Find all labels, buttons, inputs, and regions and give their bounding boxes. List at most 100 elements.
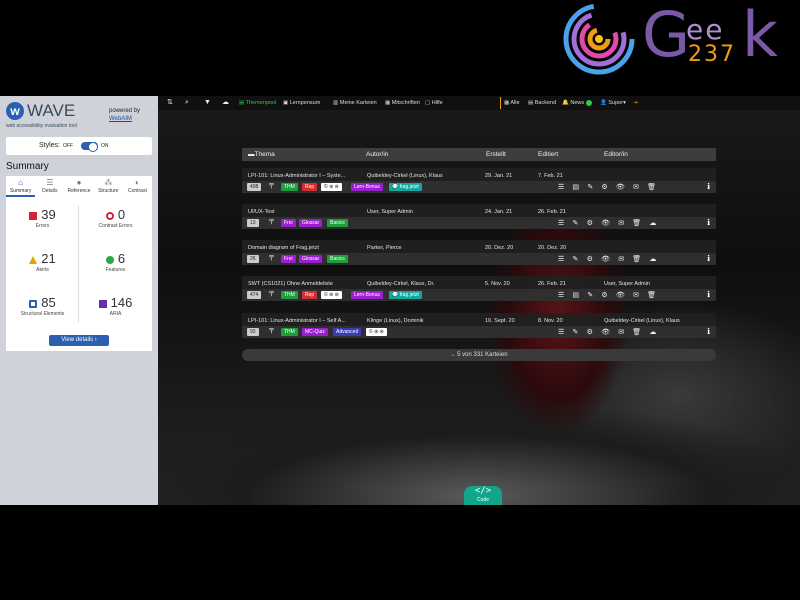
code-label: Code xyxy=(477,497,489,503)
contrast-icon: ◐ xyxy=(134,178,140,187)
nav-user-menu[interactable]: 👤 Super▾ xyxy=(600,96,626,110)
hierarchy-icon[interactable]: 〒 xyxy=(268,255,275,263)
row-toolbar: 93 〒 THM MC-Quiz Advanced © ⊛ ⊜ ☰ ✎ ⚙ 👁 ✉ 🗑 ☁ ℹ xyxy=(242,326,716,338)
tab-contrast[interactable]: ◐ Contrast xyxy=(123,176,152,197)
feature-icon xyxy=(105,255,114,264)
col-autor[interactable]: Autor/in xyxy=(366,148,388,161)
tab-structure[interactable]: ⁂ Structure xyxy=(94,176,123,197)
tag-badge[interactable]: Frei xyxy=(281,255,296,263)
nav-meine-karteien[interactable]: ▥ Meine Karteien xyxy=(333,96,377,110)
nav-backend[interactable]: ▤ Backend xyxy=(528,96,556,110)
tag-badge[interactable]: Advanced xyxy=(333,328,362,336)
styles-off-label: OFF xyxy=(63,143,73,149)
card-count-badge: 13 xyxy=(247,219,259,227)
tab-details[interactable]: ☰ Details xyxy=(35,176,64,197)
row-title: UI/UX-Test xyxy=(248,209,275,215)
nav-lernpensum[interactable]: ▣ Lernpensum xyxy=(283,96,320,110)
tag-badge[interactable]: THM xyxy=(281,183,298,191)
filter-icon[interactable]: ▼ xyxy=(204,96,211,110)
nav-label: News xyxy=(570,100,585,106)
tag-badge[interactable]: © ⊛ ⊜ xyxy=(321,183,342,191)
tab-label: Structure xyxy=(98,188,119,194)
cloud-icon[interactable]: ☁ xyxy=(222,96,229,110)
info-icon[interactable]: ℹ xyxy=(707,218,710,228)
nav-hilfe[interactable]: ▢ Hilfe xyxy=(425,96,443,110)
stat-structural-elements[interactable]: 85 Structural Elements xyxy=(6,295,79,335)
toggle-icon[interactable]: ⇅ xyxy=(167,96,173,110)
table-row[interactable]: UI/UX-Test User, Super Admin 24. Jan. 21 26… xyxy=(242,204,716,229)
row-action-icons[interactable]: ☰ ▤ ✎ ⚙ 👁 ✉ 🗑 xyxy=(558,182,659,192)
row-editor: User, Super Admin xyxy=(604,281,650,287)
tag-badge[interactable]: Basics xyxy=(327,219,348,227)
tag-badge[interactable]: Basics xyxy=(327,255,348,263)
row-title: LPI-101: Linux-Administrator I – Syste..… xyxy=(248,173,346,179)
nav-themenpool[interactable]: ▤ Themenpool xyxy=(239,96,276,110)
row-edited: 8. Nov. 20 xyxy=(538,318,563,324)
table-row[interactable]: Domain diagram of Frag.jetzt Parker, Pier… xyxy=(242,240,716,265)
hierarchy-icon[interactable]: 〒 xyxy=(268,328,275,336)
tag-badge[interactable]: Rep xyxy=(302,291,318,299)
tab-reference[interactable]: ● Reference xyxy=(64,176,93,197)
tag-badge[interactable]: Lern-Bonus xyxy=(351,291,383,299)
row-action-icons[interactable]: ☰ ✎ ⚙ 👁 ✉ 🗑 ☁ xyxy=(558,254,659,264)
info-icon[interactable]: ℹ xyxy=(707,182,710,192)
app-viewport: ⇅ ⌕ ▼ ☁ ▤ Themenpool ▣ Lernpensum ▥ Mein… xyxy=(158,96,800,505)
col-editiert[interactable]: Editiert xyxy=(538,148,558,161)
nav-alle[interactable]: ▦ Alle xyxy=(504,96,520,110)
row-action-icons[interactable]: ☰ ✎ ⚙ 👁 ✉ 🗑 ☁ xyxy=(558,218,659,228)
tag-badge[interactable]: Glossar xyxy=(299,255,323,263)
stat-alerts[interactable]: 21 Alerts xyxy=(6,251,79,291)
stat-value: 21 xyxy=(41,251,56,266)
tag-badge[interactable]: © ⊛ ⊜ xyxy=(321,291,342,299)
tab-label: Contrast xyxy=(127,188,147,194)
card-count-badge: 26 xyxy=(247,255,259,263)
nav-news[interactable]: 🔔 News xyxy=(562,96,592,110)
code-button[interactable]: </> Code xyxy=(464,486,502,505)
hierarchy-icon[interactable]: 〒 xyxy=(268,291,275,299)
stat-contrast-errors[interactable]: 0 Contrast Errors xyxy=(79,207,152,247)
search-icon[interactable]: ⌕ xyxy=(185,96,189,110)
tag-badge[interactable]: Glossar xyxy=(299,219,323,227)
stat-label: ARIA xyxy=(109,311,122,317)
hierarchy-icon[interactable]: 〒 xyxy=(268,219,275,227)
table-row[interactable]: SWT (CS1021) Ohne Anmeldeliste Quibeldey-… xyxy=(242,276,716,301)
stat-value: 6 xyxy=(117,251,126,266)
tag-badge[interactable]: 💬 frag.jetzt xyxy=(389,291,422,299)
tag-badge[interactable]: 💬 frag.jetzt xyxy=(389,183,422,191)
info-icon[interactable]: ℹ xyxy=(707,290,710,300)
table-row[interactable]: LPI-101: Linux-Administrator I – Self A.… xyxy=(242,313,716,338)
stat-features[interactable]: 6 Features xyxy=(79,251,152,291)
row-action-icons[interactable]: ☰ ✎ ⚙ 👁 ✉ 🗑 ☁ xyxy=(558,327,659,337)
tag-badge[interactable]: Frei xyxy=(281,219,296,227)
webaim-link[interactable]: WebAIM xyxy=(109,116,132,123)
stat-errors[interactable]: 39 Errors xyxy=(6,207,79,247)
tag-badge[interactable]: THM xyxy=(281,291,298,299)
karteien-table: ▬ Thema Autor/in Erstellt Editiert Edito… xyxy=(242,148,716,161)
tag-badge[interactable]: Lern-Bonus xyxy=(351,183,383,191)
info-icon[interactable]: ℹ xyxy=(707,254,710,264)
tag-badge[interactable]: © ⊛ ⊜ xyxy=(366,328,387,336)
nav-mitschriften[interactable]: ▦ Mitschriften xyxy=(385,96,420,110)
col-erstellt[interactable]: Erstellt xyxy=(486,148,506,161)
styles-toggle[interactable] xyxy=(81,142,98,152)
wave-sidebar: w WAVE web accessibility evaluation tool… xyxy=(0,96,158,505)
col-editor[interactable]: Editor/in xyxy=(604,148,628,161)
tag-badge[interactable]: THM xyxy=(281,328,298,336)
col-thema[interactable]: ▬ Thema xyxy=(248,148,275,161)
stat-aria[interactable]: 146 ARIA xyxy=(79,295,152,335)
summary-stats: 39 Errors 0 Contrast Errors 21 Alerts 6 … xyxy=(6,197,152,351)
hierarchy-icon[interactable]: 〒 xyxy=(268,183,275,191)
load-more-button[interactable]: ⌄ 5 von 331 Karteien xyxy=(242,349,716,361)
row-edited: 20. Dez. 20 xyxy=(538,245,567,251)
tag-badge[interactable]: MC-Quiz xyxy=(302,328,328,336)
card-count-badge: 498 xyxy=(247,183,262,191)
table-row[interactable]: LPI-101: Linux-Administrator I – Syste..… xyxy=(242,168,716,193)
row-action-icons[interactable]: ☰ ▤ ✎ ⚙ 👁 ✉ 🗑 xyxy=(558,290,659,300)
row-author: Quibeldey-Cirkel (Linux), Klaus xyxy=(367,173,443,179)
tab-summary[interactable]: ⌂ Summary xyxy=(6,176,36,197)
view-details-button[interactable]: View details › xyxy=(49,335,109,346)
wave-tabs: ⌂ Summary ☰ Details ● Reference ⁂ Structure … xyxy=(6,176,152,197)
logout-icon[interactable]: ⇥ xyxy=(633,96,638,110)
info-icon[interactable]: ℹ xyxy=(707,327,710,337)
tag-badge[interactable]: Rep xyxy=(302,183,318,191)
